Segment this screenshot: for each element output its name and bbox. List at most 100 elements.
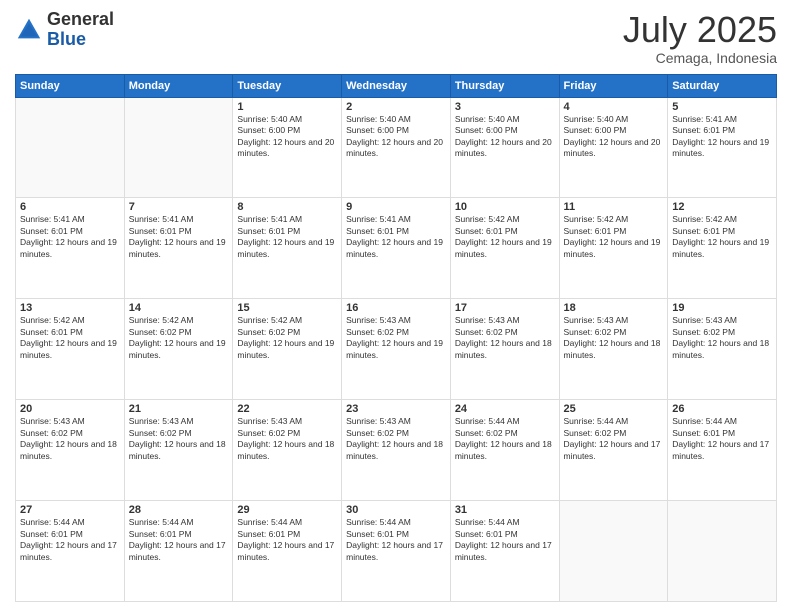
calendar-cell (559, 501, 668, 602)
logo: General Blue (15, 10, 114, 50)
calendar-cell: 6Sunrise: 5:41 AMSunset: 6:01 PMDaylight… (16, 198, 125, 299)
calendar-cell: 14Sunrise: 5:42 AMSunset: 6:02 PMDayligh… (124, 299, 233, 400)
weekday-header-saturday: Saturday (668, 74, 777, 97)
cell-info: Sunrise: 5:43 AMSunset: 6:02 PMDaylight:… (237, 416, 334, 460)
calendar-cell: 8Sunrise: 5:41 AMSunset: 6:01 PMDaylight… (233, 198, 342, 299)
cell-info: Sunrise: 5:41 AMSunset: 6:01 PMDaylight:… (237, 214, 334, 258)
day-number: 14 (129, 302, 229, 314)
calendar-cell: 18Sunrise: 5:43 AMSunset: 6:02 PMDayligh… (559, 299, 668, 400)
calendar-cell (668, 501, 777, 602)
calendar-cell: 11Sunrise: 5:42 AMSunset: 6:01 PMDayligh… (559, 198, 668, 299)
calendar-cell: 3Sunrise: 5:40 AMSunset: 6:00 PMDaylight… (450, 97, 559, 198)
logo-icon (15, 16, 43, 44)
day-number: 26 (672, 403, 772, 415)
month-title: July 2025 (623, 10, 777, 50)
cell-info: Sunrise: 5:41 AMSunset: 6:01 PMDaylight:… (20, 214, 117, 258)
cell-info: Sunrise: 5:42 AMSunset: 6:01 PMDaylight:… (455, 214, 552, 258)
header: General Blue July 2025 Cemaga, Indonesia (15, 10, 777, 66)
calendar-cell: 10Sunrise: 5:42 AMSunset: 6:01 PMDayligh… (450, 198, 559, 299)
calendar-cell: 13Sunrise: 5:42 AMSunset: 6:01 PMDayligh… (16, 299, 125, 400)
calendar-cell: 4Sunrise: 5:40 AMSunset: 6:00 PMDaylight… (559, 97, 668, 198)
weekday-header-sunday: Sunday (16, 74, 125, 97)
weekday-header-tuesday: Tuesday (233, 74, 342, 97)
calendar-cell (16, 97, 125, 198)
day-number: 30 (346, 504, 446, 516)
calendar-cell: 7Sunrise: 5:41 AMSunset: 6:01 PMDaylight… (124, 198, 233, 299)
calendar-cell: 25Sunrise: 5:44 AMSunset: 6:02 PMDayligh… (559, 400, 668, 501)
calendar-cell: 22Sunrise: 5:43 AMSunset: 6:02 PMDayligh… (233, 400, 342, 501)
calendar-cell: 29Sunrise: 5:44 AMSunset: 6:01 PMDayligh… (233, 501, 342, 602)
cell-info: Sunrise: 5:40 AMSunset: 6:00 PMDaylight:… (237, 114, 334, 158)
day-number: 23 (346, 403, 446, 415)
day-number: 20 (20, 403, 120, 415)
cell-info: Sunrise: 5:43 AMSunset: 6:02 PMDaylight:… (346, 416, 443, 460)
day-number: 21 (129, 403, 229, 415)
calendar-cell: 24Sunrise: 5:44 AMSunset: 6:02 PMDayligh… (450, 400, 559, 501)
cell-info: Sunrise: 5:42 AMSunset: 6:01 PMDaylight:… (564, 214, 661, 258)
calendar-cell: 16Sunrise: 5:43 AMSunset: 6:02 PMDayligh… (342, 299, 451, 400)
calendar-week-row: 20Sunrise: 5:43 AMSunset: 6:02 PMDayligh… (16, 400, 777, 501)
calendar-table: SundayMondayTuesdayWednesdayThursdayFrid… (15, 74, 777, 602)
calendar-cell: 12Sunrise: 5:42 AMSunset: 6:01 PMDayligh… (668, 198, 777, 299)
day-number: 12 (672, 201, 772, 213)
cell-info: Sunrise: 5:42 AMSunset: 6:02 PMDaylight:… (237, 315, 334, 359)
day-number: 7 (129, 201, 229, 213)
calendar-cell: 28Sunrise: 5:44 AMSunset: 6:01 PMDayligh… (124, 501, 233, 602)
cell-info: Sunrise: 5:43 AMSunset: 6:02 PMDaylight:… (455, 315, 552, 359)
day-number: 11 (564, 201, 664, 213)
weekday-header-row: SundayMondayTuesdayWednesdayThursdayFrid… (16, 74, 777, 97)
cell-info: Sunrise: 5:44 AMSunset: 6:01 PMDaylight:… (346, 517, 443, 561)
weekday-header-thursday: Thursday (450, 74, 559, 97)
day-number: 10 (455, 201, 555, 213)
cell-info: Sunrise: 5:44 AMSunset: 6:01 PMDaylight:… (20, 517, 117, 561)
day-number: 18 (564, 302, 664, 314)
day-number: 27 (20, 504, 120, 516)
weekday-header-monday: Monday (124, 74, 233, 97)
cell-info: Sunrise: 5:44 AMSunset: 6:01 PMDaylight:… (237, 517, 334, 561)
calendar-cell: 17Sunrise: 5:43 AMSunset: 6:02 PMDayligh… (450, 299, 559, 400)
calendar-cell: 5Sunrise: 5:41 AMSunset: 6:01 PMDaylight… (668, 97, 777, 198)
day-number: 22 (237, 403, 337, 415)
calendar-cell: 30Sunrise: 5:44 AMSunset: 6:01 PMDayligh… (342, 501, 451, 602)
cell-info: Sunrise: 5:41 AMSunset: 6:01 PMDaylight:… (129, 214, 226, 258)
cell-info: Sunrise: 5:43 AMSunset: 6:02 PMDaylight:… (129, 416, 226, 460)
day-number: 3 (455, 101, 555, 113)
cell-info: Sunrise: 5:44 AMSunset: 6:01 PMDaylight:… (129, 517, 226, 561)
day-number: 16 (346, 302, 446, 314)
location: Cemaga, Indonesia (623, 50, 777, 66)
weekday-header-wednesday: Wednesday (342, 74, 451, 97)
day-number: 19 (672, 302, 772, 314)
day-number: 25 (564, 403, 664, 415)
calendar-week-row: 27Sunrise: 5:44 AMSunset: 6:01 PMDayligh… (16, 501, 777, 602)
calendar-cell: 9Sunrise: 5:41 AMSunset: 6:01 PMDaylight… (342, 198, 451, 299)
calendar-cell: 2Sunrise: 5:40 AMSunset: 6:00 PMDaylight… (342, 97, 451, 198)
cell-info: Sunrise: 5:44 AMSunset: 6:02 PMDaylight:… (455, 416, 552, 460)
day-number: 15 (237, 302, 337, 314)
cell-info: Sunrise: 5:41 AMSunset: 6:01 PMDaylight:… (672, 114, 769, 158)
day-number: 29 (237, 504, 337, 516)
cell-info: Sunrise: 5:40 AMSunset: 6:00 PMDaylight:… (346, 114, 443, 158)
day-number: 1 (237, 101, 337, 113)
cell-info: Sunrise: 5:41 AMSunset: 6:01 PMDaylight:… (346, 214, 443, 258)
cell-info: Sunrise: 5:43 AMSunset: 6:02 PMDaylight:… (346, 315, 443, 359)
page: General Blue July 2025 Cemaga, Indonesia… (0, 0, 792, 612)
calendar-cell: 23Sunrise: 5:43 AMSunset: 6:02 PMDayligh… (342, 400, 451, 501)
cell-info: Sunrise: 5:43 AMSunset: 6:02 PMDaylight:… (564, 315, 661, 359)
calendar-cell: 31Sunrise: 5:44 AMSunset: 6:01 PMDayligh… (450, 501, 559, 602)
day-number: 6 (20, 201, 120, 213)
day-number: 17 (455, 302, 555, 314)
weekday-header-friday: Friday (559, 74, 668, 97)
calendar-cell: 26Sunrise: 5:44 AMSunset: 6:01 PMDayligh… (668, 400, 777, 501)
logo-text: General Blue (47, 10, 114, 50)
cell-info: Sunrise: 5:43 AMSunset: 6:02 PMDaylight:… (20, 416, 117, 460)
cell-info: Sunrise: 5:44 AMSunset: 6:01 PMDaylight:… (455, 517, 552, 561)
cell-info: Sunrise: 5:40 AMSunset: 6:00 PMDaylight:… (564, 114, 661, 158)
day-number: 2 (346, 101, 446, 113)
calendar-cell: 1Sunrise: 5:40 AMSunset: 6:00 PMDaylight… (233, 97, 342, 198)
calendar-week-row: 1Sunrise: 5:40 AMSunset: 6:00 PMDaylight… (16, 97, 777, 198)
cell-info: Sunrise: 5:40 AMSunset: 6:00 PMDaylight:… (455, 114, 552, 158)
day-number: 31 (455, 504, 555, 516)
day-number: 28 (129, 504, 229, 516)
day-number: 24 (455, 403, 555, 415)
calendar-cell (124, 97, 233, 198)
